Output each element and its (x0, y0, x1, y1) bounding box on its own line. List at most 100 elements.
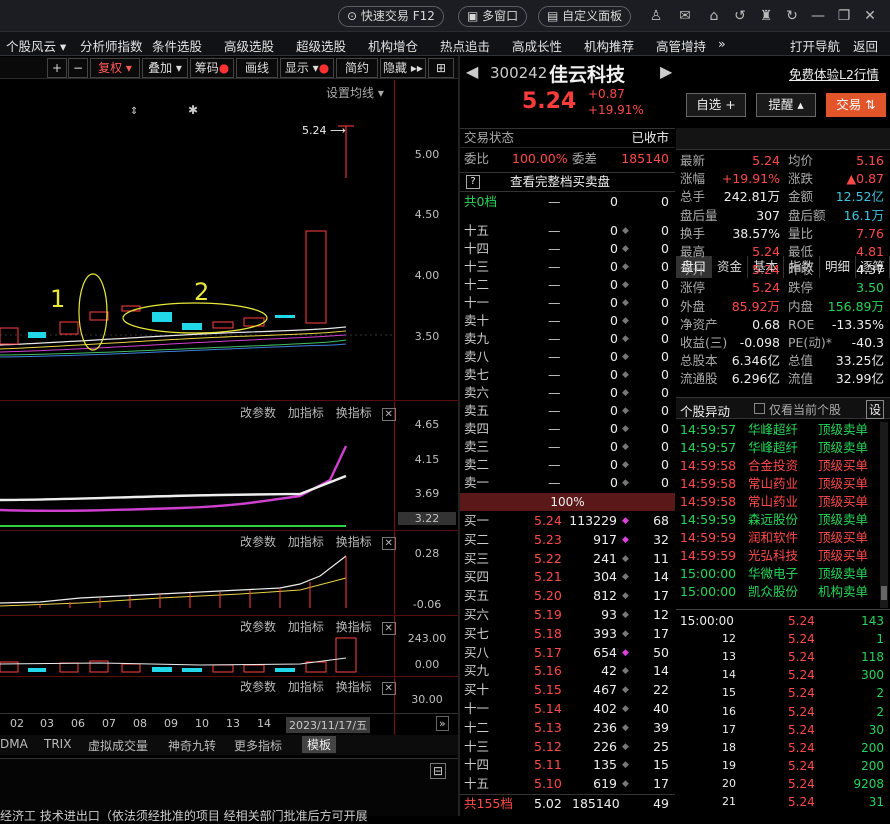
anomaly-row[interactable]: 14:59:57 华峰超纤 顶级卖单 (678, 439, 890, 457)
multi-window-button[interactable]: ▣ 多窗口 (458, 6, 528, 27)
switch-indicator-button[interactable]: 换指标 (336, 680, 372, 694)
menu-item[interactable]: 分析师指数 (80, 36, 143, 55)
bid-row[interactable]: 买四 5.21 304 14 ◆ (460, 568, 675, 586)
custom-panel-button[interactable]: ▤ 自定义面板 (538, 6, 632, 27)
collapse-icon[interactable]: ⊟ (430, 763, 447, 779)
indicator-tab[interactable]: DMA (0, 737, 28, 751)
bid-row[interactable]: 十四 5.11 135 15 ◆ (460, 756, 675, 774)
anomaly-row[interactable]: 14:59:58 常山药业 顶级买单 (678, 475, 890, 493)
bid-row[interactable]: 买七 5.18 393 17 ◆ (460, 625, 675, 643)
ask-row[interactable]: 十五 — 0 0 ◆ (460, 222, 675, 240)
full-book-label[interactable]: 查看完整档买卖盘 (510, 173, 610, 191)
menu-item[interactable]: 机构推荐 (584, 36, 634, 55)
prev-stock-icon[interactable]: ◀ (466, 62, 478, 81)
menu-item[interactable]: 高管增持 (656, 36, 706, 55)
zoom-out-button[interactable]: − (68, 58, 88, 78)
anomaly-row[interactable]: 15:00:00 华微电子 顶级卖单 (678, 565, 890, 583)
menu-item[interactable]: 个股风云 ▾ (6, 36, 66, 55)
bid-row[interactable]: 买五 5.20 812 17 ◆ (460, 587, 675, 605)
overlay-button[interactable]: 叠加 ▾ (142, 58, 188, 78)
ask-row[interactable]: 卖一 — 0 0 ◆ (460, 474, 675, 492)
switch-indicator-button[interactable]: 换指标 (336, 406, 372, 420)
ask-row[interactable]: 十二 — 0 0 ◆ (460, 276, 675, 294)
full-book-row[interactable]: ? 查看完整档买卖盘 (460, 172, 675, 192)
ask-row[interactable]: 卖五 — 0 0 ◆ (460, 402, 675, 420)
menu-item[interactable]: 机构增仓 (368, 36, 418, 55)
ask-row[interactable]: 卖二 — 0 0 ◆ (460, 456, 675, 474)
user-icon[interactable]: ♙ (648, 8, 664, 24)
bid-row[interactable]: 十二 5.13 236 39 ◆ (460, 719, 675, 737)
indicator-tab[interactable]: TRIX (44, 737, 71, 751)
anomaly-row[interactable]: 14:59:59 润和软件 顶级买单 (678, 529, 890, 547)
ask-row[interactable]: 十四 — 0 0 ◆ (460, 240, 675, 258)
anomaly-row[interactable]: 14:59:57 华峰超纤 顶级卖单 (678, 421, 890, 439)
menu-item[interactable]: 高成长性 (512, 36, 562, 55)
params-button[interactable]: 改参数 (240, 680, 276, 694)
ask-row[interactable]: 卖九 — 0 0 ◆ (460, 330, 675, 348)
add-watchlist-button[interactable]: 自选 + (686, 93, 746, 117)
ask-row[interactable]: 卖八 — 0 0 ◆ (460, 348, 675, 366)
bid-row[interactable]: 十三 5.12 226 25 ◆ (460, 738, 675, 756)
mail-icon[interactable]: ✉ (677, 8, 693, 24)
scroll-right-icon[interactable]: » (436, 716, 449, 731)
anomaly-row[interactable]: 14:59:58 常山药业 顶级买单 (678, 493, 890, 511)
minimize-icon[interactable]: — (810, 8, 826, 24)
anomaly-row[interactable]: 14:59:59 森远股份 顶级卖单 (678, 511, 890, 529)
indicator-tab[interactable]: 虚拟成交量 (88, 737, 148, 754)
anomaly-row[interactable]: 15:00:00 凯众股份 机构卖单 (678, 583, 890, 601)
grid-icon[interactable]: ⊞ (428, 58, 454, 78)
open-nav-menu[interactable]: 打开导航 (790, 36, 840, 55)
menu-item[interactable]: 热点追击 (440, 36, 490, 55)
only-current-checkbox[interactable] (754, 403, 765, 414)
shirt-icon[interactable]: ♜ (758, 8, 774, 24)
close-icon[interactable]: ✕ (862, 8, 878, 24)
draw-button[interactable]: 画线 (236, 58, 278, 78)
alert-button[interactable]: 提醒 ▴ (756, 93, 816, 117)
bid-row[interactable]: 买二 5.23 917 32 ◆ (460, 531, 675, 549)
only-current-label[interactable]: 仅看当前个股 (769, 401, 841, 418)
ask-row[interactable]: 十三 — 0 0 ◆ (460, 258, 675, 276)
zoom-in-button[interactable]: + (47, 58, 67, 78)
hide-button[interactable]: 隐藏 ▸▸ (380, 58, 426, 78)
anomaly-row[interactable]: 14:59:58 合金投资 顶级买单 (678, 457, 890, 475)
ask-row[interactable]: 卖四 — 0 0 ◆ (460, 420, 675, 438)
bid-row[interactable]: 买三 5.22 241 11 ◆ (460, 550, 675, 568)
close-panel-icon[interactable]: ✕ (381, 682, 396, 695)
anomaly-row[interactable]: 14:59:59 光弘科技 顶级买单 (678, 547, 890, 565)
scrollbar-thumb[interactable] (881, 586, 887, 600)
add-indicator-button[interactable]: 加指标 (288, 535, 324, 549)
bid-row[interactable]: 买六 5.19 93 12 ◆ (460, 606, 675, 624)
restore-icon[interactable]: ❐ (836, 8, 852, 24)
bid-row[interactable]: 买九 5.16 42 14 ◆ (460, 662, 675, 680)
adjust-button[interactable]: 复权 ▾ (90, 58, 140, 78)
chips-button[interactable]: 筹码● (190, 58, 234, 78)
params-button[interactable]: 改参数 (240, 406, 276, 420)
bid-row[interactable]: 买十 5.15 467 22 ◆ (460, 681, 675, 699)
params-button[interactable]: 改参数 (240, 535, 276, 549)
refresh-icon[interactable]: ↻ (784, 8, 800, 24)
undo-icon[interactable]: ↺ (732, 8, 748, 24)
ask-row[interactable]: 十一 — 0 0 ◆ (460, 294, 675, 312)
help-icon[interactable]: ? (466, 175, 480, 189)
back-menu[interactable]: 返回 (853, 36, 878, 55)
free-l2-link[interactable]: 免费体验L2行情 (789, 64, 879, 83)
template-tab[interactable]: 模板 (302, 736, 337, 753)
add-indicator-button[interactable]: 加指标 (288, 406, 324, 420)
ask-row[interactable]: 卖七 — 0 0 ◆ (460, 366, 675, 384)
bid-row[interactable]: 买一 5.24 113229 68 ◆ (460, 512, 675, 530)
add-indicator-button[interactable]: 加指标 (288, 680, 324, 694)
menu-item[interactable]: 条件选股 (152, 36, 202, 55)
switch-indicator-button[interactable]: 换指标 (336, 535, 372, 549)
bid-row[interactable]: 十一 5.14 402 40 ◆ (460, 700, 675, 718)
menu-more[interactable]: » (718, 36, 726, 51)
home-icon[interactable]: ⌂ (706, 8, 722, 24)
menu-item[interactable]: 超级选股 (296, 36, 346, 55)
ask-row[interactable]: 卖三 — 0 0 ◆ (460, 438, 675, 456)
anomaly-settings-button[interactable]: 设 (866, 400, 885, 419)
simple-button[interactable]: 简约 (336, 58, 378, 78)
bid-row[interactable]: 买八 5.17 654 50 ◆ (460, 644, 675, 662)
indicator-tab[interactable]: 神奇九转 (168, 737, 216, 754)
next-stock-icon[interactable]: ▶ (660, 62, 672, 81)
anomaly-scrollbar[interactable] (880, 422, 888, 608)
trade-button[interactable]: 交易 ⇅ (826, 93, 886, 117)
